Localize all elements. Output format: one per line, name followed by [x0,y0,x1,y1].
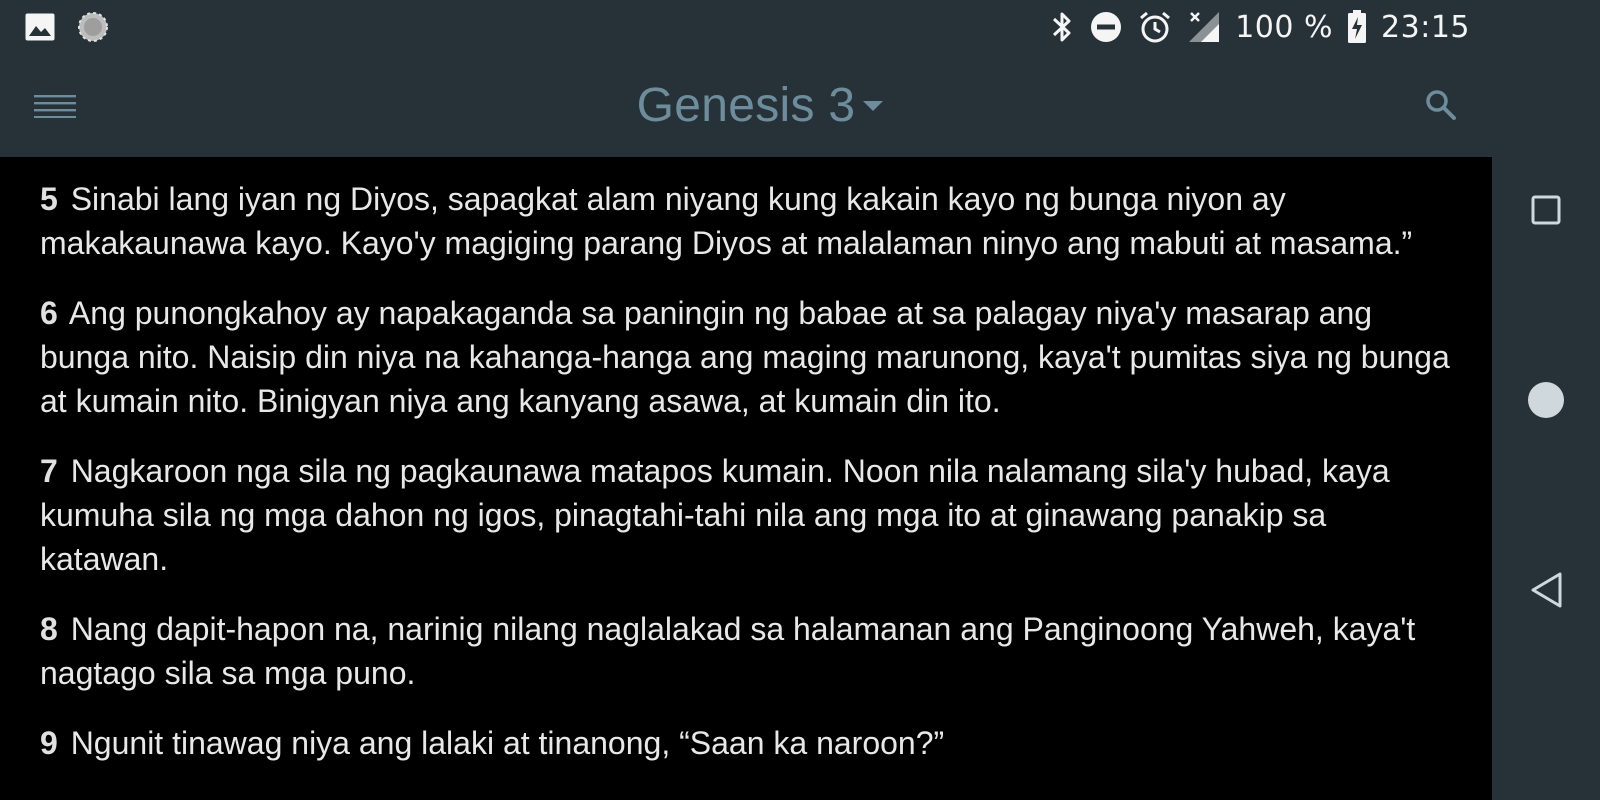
app-toolbar: Genesis 3 [0,54,1492,157]
loading-icon [76,10,110,44]
back-button[interactable] [1492,550,1600,630]
caret-down-icon [863,100,884,111]
bluetooth-icon [1049,10,1075,44]
verse-text: Nagkaroon nga sila ng pagkaunawa matapos… [40,453,1390,577]
no-signal-icon [1187,10,1221,44]
status-right: 100 % 23:15 [1049,9,1470,45]
home-button[interactable] [1492,360,1600,440]
menu-button[interactable] [30,88,80,124]
verse-number: 9 [40,725,58,761]
do-not-disturb-icon [1089,10,1123,44]
verse-number: 7 [40,453,58,489]
verse-text: Ngunit tinawag niya ang lalaki at tinano… [70,725,945,761]
recents-icon [1531,195,1561,225]
screen: 100 % 23:15 Genesis 3 5 Sinabi lang iyan… [0,0,1600,800]
battery-charging-icon [1347,10,1367,44]
status-left [24,10,110,44]
clock-time: 23:15 [1381,9,1470,45]
verse-text: Ang punongkahoy ay napakaganda sa paning… [40,295,1450,419]
search-button[interactable] [1420,84,1462,126]
status-bar: 100 % 23:15 [0,0,1492,54]
verse-text: Nang dapit-hapon na, narinig nilang nagl… [40,611,1416,691]
back-icon [1531,572,1562,608]
system-nav-bar [1492,0,1600,800]
verse-number: 8 [40,611,58,647]
verse-number: 5 [40,181,58,217]
verse-text: Sinabi lang iyan ng Diyos, sapagkat alam… [40,181,1413,261]
verse-9[interactable]: 9 Ngunit tinawag niya ang lalaki at tina… [40,721,1452,765]
battery-percent: 100 % [1235,9,1334,45]
verse-6[interactable]: 6 Ang punongkahoy ay napakaganda sa pani… [40,291,1452,423]
verse-number: 6 [40,295,58,331]
book-chapter-selector[interactable]: Genesis 3 [607,78,886,133]
alarm-icon [1137,9,1173,45]
hamburger-menu-icon [34,95,76,118]
search-icon [1426,90,1456,120]
page-title: Genesis 3 [636,79,856,132]
verse-8[interactable]: 8 Nang dapit-hapon na, narinig nilang na… [40,607,1452,695]
verse-7[interactable]: 7 Nagkaroon nga sila ng pagkaunawa matap… [40,449,1452,581]
home-icon [1528,382,1564,418]
image-icon [24,12,56,42]
title-wrap: Genesis 3 [0,54,1492,157]
recents-button[interactable] [1492,170,1600,250]
verse-list[interactable]: 5 Sinabi lang iyan ng Diyos, sapagkat al… [0,157,1492,800]
verse-5[interactable]: 5 Sinabi lang iyan ng Diyos, sapagkat al… [40,177,1452,265]
